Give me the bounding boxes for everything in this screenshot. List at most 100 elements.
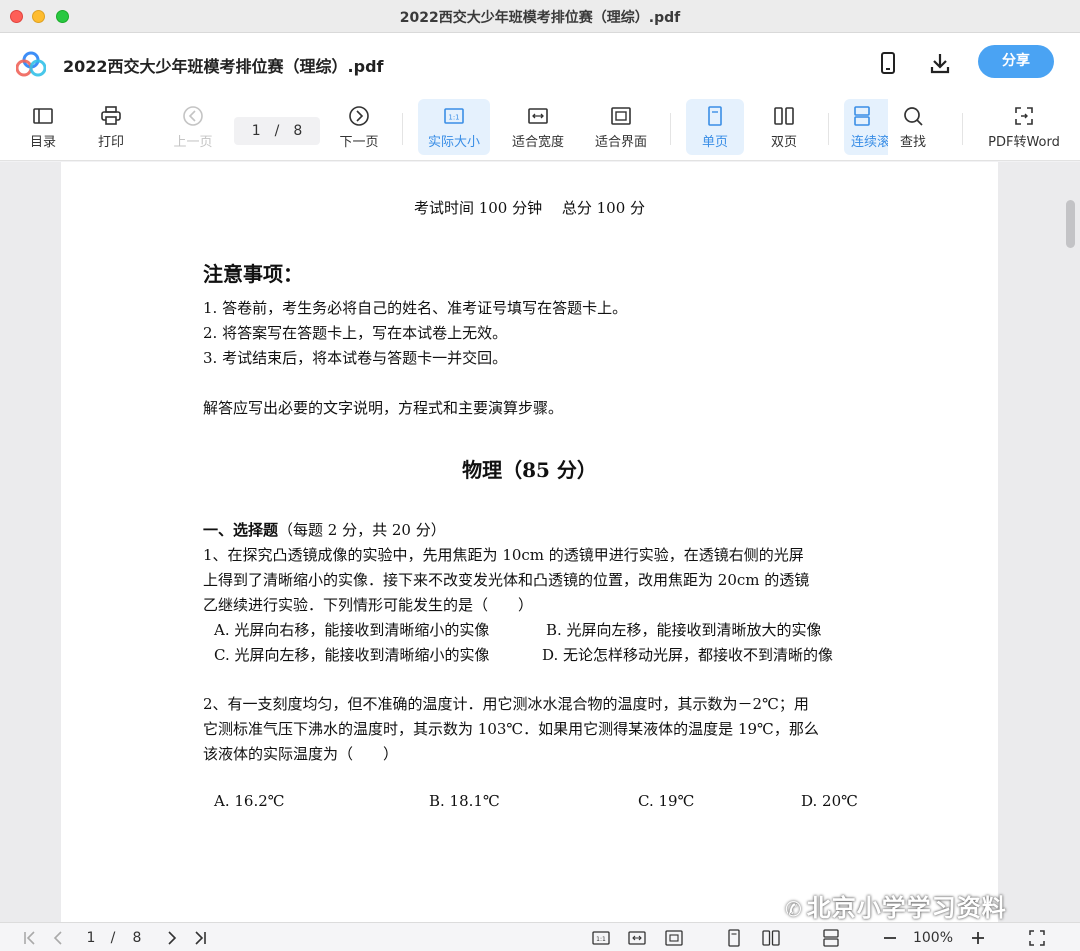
last-page-icon[interactable]: [190, 928, 210, 948]
single-page-icon[interactable]: [724, 928, 744, 948]
find-button[interactable]: 查找: [890, 99, 936, 155]
app-window: 2022西交大少年班模考排位赛（理综）.pdf 2022西交大少年班模考排位赛（…: [0, 0, 1080, 951]
double-page-icon[interactable]: [760, 928, 782, 948]
title-bar: 2022西交大少年班模考排位赛（理综）.pdf: [0, 0, 1080, 33]
printer-icon: [101, 105, 121, 125]
continuous-scroll-icon: [854, 105, 870, 126]
option-c: C. 光屏向左移，能接收到清晰缩小的实像: [214, 646, 490, 664]
vertical-scrollbar[interactable]: [1066, 200, 1075, 248]
document-title: 2022西交大少年班模考排位赛（理综）.pdf: [63, 57, 384, 76]
fit-width-icon: [528, 107, 548, 124]
download-icon[interactable]: [928, 51, 952, 75]
question-line: 它测标准气压下沸水的温度时，其示数为 103℃．如果用它测得某液体的温度是 19…: [203, 720, 819, 738]
question-line: 该液体的实际温度为（ ）: [203, 745, 399, 763]
fit-width-icon[interactable]: [626, 928, 648, 948]
convert-icon: [1015, 106, 1033, 125]
exam-info: 考试时间 100 分钟 总分 100 分: [413, 199, 646, 217]
print-label: 打印: [97, 134, 124, 150]
first-page-icon[interactable]: [20, 928, 40, 948]
chevron-left-circle-icon: [183, 105, 203, 126]
single-page-label: 单页: [701, 134, 728, 150]
fit-width-button[interactable]: 适合宽度: [502, 99, 574, 155]
toolbar-divider: [402, 113, 403, 145]
double-page-label: 双页: [770, 134, 797, 150]
pdf-to-word-button[interactable]: PDF转Word: [982, 99, 1066, 155]
fit-page-button[interactable]: 适合界面: [585, 99, 657, 155]
page-number-input[interactable]: 1 / 8: [234, 117, 320, 145]
actual-size-button[interactable]: 1:1 实际大小: [418, 99, 490, 155]
page-separator: /: [274, 123, 280, 139]
actual-size-icon[interactable]: 1:1: [590, 928, 612, 948]
question-line: 上得到了清晰缩小的实像．接下来不改变发光体和凸透镜的位置，改用焦距为 20cm …: [203, 571, 810, 589]
zoom-level[interactable]: 100%: [908, 928, 958, 948]
double-page-button[interactable]: 双页: [758, 99, 810, 155]
print-button[interactable]: 打印: [88, 99, 134, 155]
svg-text:1:1: 1:1: [596, 936, 606, 943]
share-button[interactable]: 分享: [978, 45, 1054, 78]
answer-instruction: 解答应写出必要的文字说明，方程式和主要演算步骤。: [203, 399, 564, 417]
pdf-page: 考试时间 100 分钟 总分 100 分 注意事项： 1. 答卷前，考生务必将自…: [61, 162, 998, 922]
svg-text:1:1: 1:1: [448, 113, 459, 121]
zoom-out-icon[interactable]: [880, 928, 900, 948]
notice-item: 2. 将答案写在答题卡上，写在本试卷上无效。: [203, 324, 508, 342]
fit-page-icon: [611, 106, 631, 125]
section-title: 物理（85 分）: [462, 458, 597, 482]
prev-page-button[interactable]: 上一页: [168, 99, 218, 155]
find-label: 查找: [899, 134, 926, 150]
single-page-button[interactable]: 单页: [686, 99, 744, 155]
fit-width-label: 适合宽度: [511, 134, 564, 150]
continuous-scroll-label: 连续滚: [851, 134, 888, 150]
notice-item: 3. 考试结束后，将本试卷与答题卡一并交回。: [203, 349, 508, 367]
prev-page-icon[interactable]: [48, 928, 68, 948]
continuous-scroll-button[interactable]: 连续滚: [844, 99, 888, 155]
option-b: B. 光屏向左移，能接收到清晰放大的实像: [546, 621, 822, 639]
actual-size-label: 实际大小: [427, 134, 480, 150]
double-page-icon: [774, 106, 794, 125]
total-pages: 8: [293, 123, 303, 139]
option-d: D. 无论怎样移动光屏，都接收不到清晰的像: [542, 646, 834, 664]
option-a: A. 16.2℃: [214, 792, 285, 810]
toolbar-divider: [962, 113, 963, 145]
part-title: 一、选择题（每题 2 分，共 20 分）: [203, 519, 446, 540]
part-title-rest: （每题 2 分，共 20 分）: [278, 521, 446, 539]
current-page: 1: [251, 123, 261, 139]
window-title: 2022西交大少年班模考排位赛（理综）.pdf: [399, 10, 681, 26]
toc-label: 目录: [29, 134, 56, 150]
toc-button[interactable]: 目录: [20, 99, 66, 155]
toolbar-divider: [828, 113, 829, 145]
watermark-text: 北京小学学习资料: [806, 894, 1007, 922]
actual-size-icon: 1:1: [444, 107, 464, 124]
fullscreen-icon[interactable]: [1026, 928, 1048, 948]
next-page-label: 下一页: [339, 134, 379, 150]
part-title-bold: 一、选择题: [203, 521, 279, 539]
toolbar-divider: [670, 113, 671, 145]
question-line: 1、在探究凸透镜成像的实验中，先用焦距为 10cm 的透镜甲进行实验，在透镜右侧…: [203, 546, 804, 564]
prev-page-label: 上一页: [173, 134, 213, 150]
option-b: B. 18.1℃: [429, 792, 500, 810]
fit-page-label: 适合界面: [594, 134, 647, 150]
notice-item: 1. 答卷前，考生务必将自己的姓名、准考证号填写在答题卡上。: [203, 299, 628, 317]
wechat-icon: ✆: [785, 897, 803, 921]
mobile-view-icon[interactable]: [876, 51, 900, 75]
bottom-bar: 1 / 8 1:1 100%: [0, 922, 1080, 951]
option-a: A. 光屏向右移，能接收到清晰缩小的实像: [214, 621, 490, 639]
notice-title: 注意事项：: [203, 262, 303, 286]
viewer-toolbar: 目录 打印 上一页 1 / 8 下一页 1:1 实际大小 适合宽度 适合界面 单…: [0, 93, 1080, 161]
document-viewport[interactable]: 考试时间 100 分钟 总分 100 分 注意事项： 1. 答卷前，考生务必将自…: [0, 162, 1080, 922]
fit-page-icon[interactable]: [663, 928, 685, 948]
bottom-page-separator: /: [110, 930, 116, 946]
continuous-scroll-icon[interactable]: [820, 928, 842, 948]
option-c: C. 19℃: [638, 792, 695, 810]
next-page-icon[interactable]: [162, 928, 182, 948]
zoom-in-icon[interactable]: [968, 928, 988, 948]
app-header: 2022西交大少年班模考排位赛（理综）.pdf 分享: [0, 33, 1080, 93]
watermark: ✆ 北京小学学习资料: [785, 888, 1007, 923]
question-line: 2、有一支刻度均匀，但不准确的温度计．用它测冰水混合物的温度时，其示数为－2℃；…: [203, 695, 809, 713]
sidebar-icon: [33, 107, 53, 124]
bottom-current-page[interactable]: 1: [82, 928, 100, 948]
pdf-to-word-label: PDF转Word: [988, 134, 1060, 150]
bottom-total-pages: 8: [132, 930, 142, 946]
app-logo-icon: [16, 51, 46, 77]
chevron-right-circle-icon: [349, 105, 369, 126]
next-page-button[interactable]: 下一页: [334, 99, 384, 155]
